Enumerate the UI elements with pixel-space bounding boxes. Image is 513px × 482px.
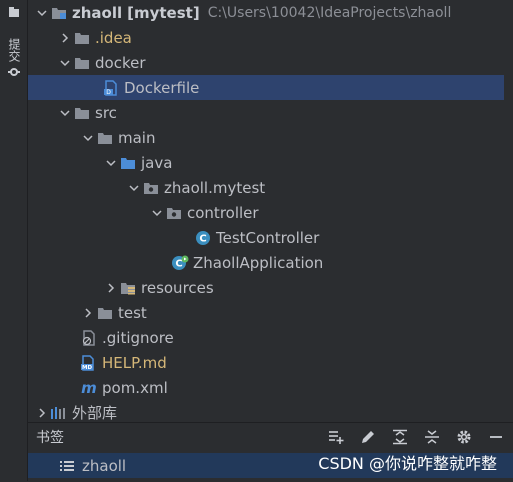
tree-label-controller: controller: [187, 203, 259, 222]
module-tag: [mytest]: [127, 3, 200, 22]
bookmarks-toolbar: [327, 425, 505, 449]
minimize-icon[interactable]: [487, 428, 505, 446]
tree-label-test-controller: TestController: [216, 228, 320, 247]
tree-label-pom: pom.xml: [102, 378, 168, 397]
chevron-down-icon[interactable]: [34, 5, 50, 21]
tree-label-help: HELP.md: [102, 353, 167, 372]
tree-row-project-root[interactable]: zhaoll [mytest] C:\Users\10042\IdeaProje…: [28, 0, 504, 25]
tree-row-gitignore[interactable]: .gitignore: [28, 325, 504, 350]
bookmarks-title: 书签: [36, 430, 64, 446]
folder-icon: [73, 55, 91, 71]
tree-label-idea: .idea: [95, 28, 132, 47]
chevron-right-icon[interactable]: [57, 30, 73, 46]
commit-tool-tab[interactable]: 提交: [5, 38, 23, 98]
project-tree: zhaoll [mytest] C:\Users\10042\IdeaProje…: [28, 0, 504, 422]
resources-folder-icon: [119, 280, 137, 296]
gear-icon[interactable]: [455, 428, 473, 446]
tree-row-main[interactable]: main: [28, 125, 504, 150]
edit-pencil-icon[interactable]: [359, 428, 377, 446]
project-path: C:\Users\10042\IdeaProjects\zhaoll: [207, 4, 452, 21]
tree-label-main: main: [118, 128, 156, 147]
tree-row-java[interactable]: java: [28, 150, 504, 175]
svg-text:C: C: [199, 233, 206, 244]
commit-tab-label: 提交: [7, 38, 21, 62]
svg-text:MD: MD: [82, 365, 92, 371]
collapse-all-icon[interactable]: [423, 428, 441, 446]
list-icon: [58, 458, 76, 474]
folder-icon: [96, 130, 114, 146]
tree-row-resources[interactable]: resources: [28, 275, 504, 300]
tree-row-pom[interactable]: m pom.xml: [28, 375, 504, 400]
class-icon: C: [194, 230, 212, 246]
project-name: zhaoll: [72, 3, 123, 22]
tree-row-help[interactable]: MD HELP.md: [28, 350, 504, 375]
spring-app-class-icon: C: [171, 255, 189, 271]
tree-row-external-libs[interactable]: 外部库: [28, 400, 504, 422]
maven-icon: m: [80, 380, 98, 396]
commit-icon: [8, 66, 20, 78]
tree-row-package[interactable]: zhaoll.mytest: [28, 175, 504, 200]
tree-label-package: zhaoll.mytest: [164, 178, 266, 197]
ignore-file-icon: [80, 329, 98, 346]
bookmarks-panel: 书签 zhaoll CSDN @你说咋整就咋整: [28, 422, 513, 482]
tree-row-application[interactable]: C ZhaollApplication: [28, 250, 504, 275]
svg-text:m: m: [81, 380, 97, 396]
tree-row-docker[interactable]: docker: [28, 50, 504, 75]
project-tool-icon[interactable]: [8, 6, 20, 18]
tree-row-dockerfile[interactable]: D Dockerfile: [28, 75, 504, 100]
module-folder-icon: [50, 5, 68, 21]
chevron-down-icon[interactable]: [103, 155, 119, 171]
tree-row-controller[interactable]: controller: [28, 200, 504, 225]
add-list-icon[interactable]: [327, 428, 345, 446]
expand-all-icon[interactable]: [391, 428, 409, 446]
svg-text:D: D: [106, 89, 111, 96]
bookmark-item-label: zhaoll: [82, 456, 127, 475]
folder-icon: [73, 30, 91, 46]
tree-label-application: ZhaollApplication: [193, 253, 324, 272]
tree-label-docker: docker: [95, 53, 146, 72]
package-icon: [142, 180, 160, 196]
package-icon: [165, 205, 183, 221]
tree-row-test[interactable]: test: [28, 300, 504, 325]
tree-label-src: src: [95, 103, 117, 122]
source-folder-icon: [119, 155, 137, 171]
tree-label-test: test: [118, 303, 147, 322]
folder-icon: [96, 305, 114, 321]
chevron-right-icon[interactable]: [103, 280, 119, 296]
chevron-down-icon[interactable]: [57, 105, 73, 121]
left-tool-strip: 提交: [0, 0, 28, 481]
tree-row-idea[interactable]: .idea: [28, 25, 504, 50]
tree-label-external-libs: 外部库: [72, 404, 118, 422]
tree-label-gitignore: .gitignore: [102, 328, 174, 347]
tree-label-java: java: [141, 153, 173, 172]
folder-icon: [73, 105, 91, 121]
chevron-right-icon[interactable]: [80, 305, 96, 321]
chevron-down-icon[interactable]: [57, 55, 73, 71]
csdn-watermark: CSDN @你说咋整就咋整: [318, 454, 497, 473]
chevron-down-icon[interactable]: [149, 205, 165, 221]
tree-row-src[interactable]: src: [28, 100, 504, 125]
tree-label-resources: resources: [141, 278, 214, 297]
chevron-down-icon[interactable]: [80, 130, 96, 146]
svg-text:C: C: [175, 258, 182, 269]
tree-row-test-controller[interactable]: C TestController: [28, 225, 504, 250]
markdown-file-icon: MD: [80, 354, 98, 371]
chevron-down-icon[interactable]: [126, 180, 142, 196]
tree-label-dockerfile: Dockerfile: [124, 78, 200, 97]
dockerfile-icon: D: [102, 79, 120, 96]
library-icon: [50, 405, 68, 421]
chevron-right-icon[interactable]: [34, 405, 50, 421]
